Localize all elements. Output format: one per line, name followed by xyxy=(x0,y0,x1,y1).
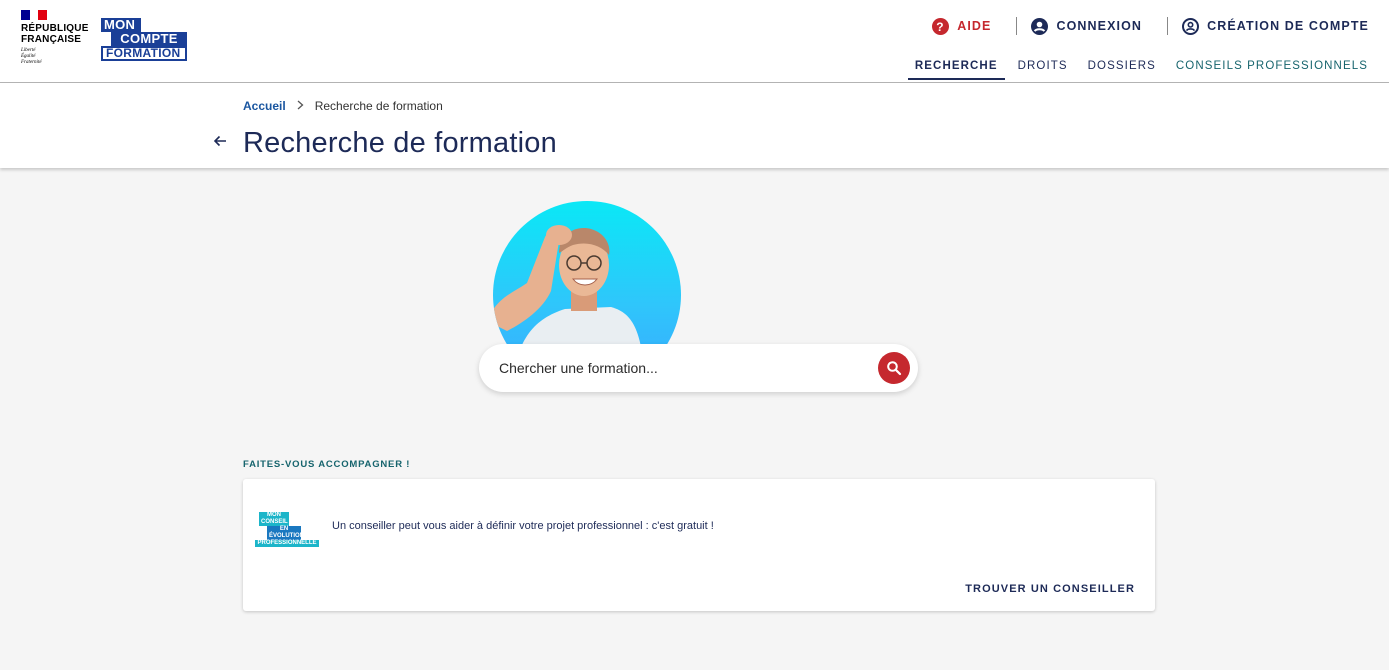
search-icon xyxy=(887,361,902,376)
nav-droits[interactable]: DROITS xyxy=(1011,51,1075,80)
rf-name-line2: FRANÇAISE xyxy=(21,34,82,45)
mon-compte-formation-logo[interactable]: MON COMPTE FORMATION xyxy=(101,18,187,61)
search-button[interactable] xyxy=(878,352,910,384)
mon-conseil-evolution-logo: MON CONSEIL EN ÉVOLUTION PROFESSIONNELLE xyxy=(255,512,319,547)
help-icon: ? xyxy=(932,17,950,35)
creation-compte-label: CRÉATION DE COMPTE xyxy=(1207,19,1369,33)
motto-fraternite: Fraternité xyxy=(21,60,42,65)
nav-conseils-professionnels[interactable]: CONSEILS PROFESSIONNELS xyxy=(1169,51,1375,80)
mcep-logo-line2: EN ÉVOLUTION xyxy=(267,526,305,540)
search-input[interactable] xyxy=(499,356,869,380)
mcf-logo-line3: FORMATION xyxy=(101,46,187,61)
site-header: RÉPUBLIQUE FRANÇAISE Liberté Égalité Fra… xyxy=(0,0,1389,83)
republique-francaise-logo[interactable]: RÉPUBLIQUE FRANÇAISE Liberté Égalité Fra… xyxy=(21,10,93,66)
mcf-logo-line1: MON xyxy=(101,18,141,32)
aide-link[interactable]: ? AIDE xyxy=(932,17,1016,35)
card-description: Un conseiller peut vous aider à définir … xyxy=(332,520,714,532)
breadcrumb-current: Recherche de formation xyxy=(314,99,443,113)
title-band: Accueil Recherche de formation Recherche… xyxy=(0,83,1389,168)
french-flag-icon xyxy=(21,10,48,20)
aide-label: AIDE xyxy=(957,19,992,33)
breadcrumb-home[interactable]: Accueil xyxy=(243,99,286,113)
back-arrow-icon[interactable] xyxy=(211,132,229,150)
mcep-logo-line1: MON CONSEIL xyxy=(259,512,289,526)
section-label: FAITES-VOUS ACCOMPAGNER ! xyxy=(243,459,411,470)
mcep-logo-line3: PROFESSIONNELLE xyxy=(255,540,319,547)
chevron-right-icon xyxy=(297,100,304,113)
rf-motto: Liberté Égalité Fraternité xyxy=(21,48,93,66)
mcf-logo-line2: COMPTE xyxy=(111,32,187,46)
connexion-link[interactable]: CONNEXION xyxy=(1017,17,1167,35)
connexion-label: CONNEXION xyxy=(1056,19,1143,33)
user-circle-icon xyxy=(1031,17,1049,35)
trouver-conseiller-button[interactable]: TROUVER UN CONSEILLER xyxy=(965,583,1135,595)
top-links: ? AIDE CONNEXION CRÉATION DE COMPTE xyxy=(932,17,1369,35)
main-nav: RECHERCHE DROITS DOSSIERS CONSEILS PROFE… xyxy=(902,51,1375,80)
svg-text:?: ? xyxy=(936,20,944,34)
nav-dossiers[interactable]: DOSSIERS xyxy=(1081,51,1163,80)
conseiller-card: MON CONSEIL EN ÉVOLUTION PROFESSIONNELLE… xyxy=(243,479,1155,611)
page-title: Recherche de formation xyxy=(243,127,557,159)
search-bar xyxy=(479,344,918,392)
creation-compte-link[interactable]: CRÉATION DE COMPTE xyxy=(1168,17,1369,35)
breadcrumb: Accueil Recherche de formation xyxy=(243,99,443,113)
user-outline-icon xyxy=(1182,17,1200,35)
nav-recherche[interactable]: RECHERCHE xyxy=(907,51,1005,80)
rf-name-line1: RÉPUBLIQUE xyxy=(21,23,89,34)
